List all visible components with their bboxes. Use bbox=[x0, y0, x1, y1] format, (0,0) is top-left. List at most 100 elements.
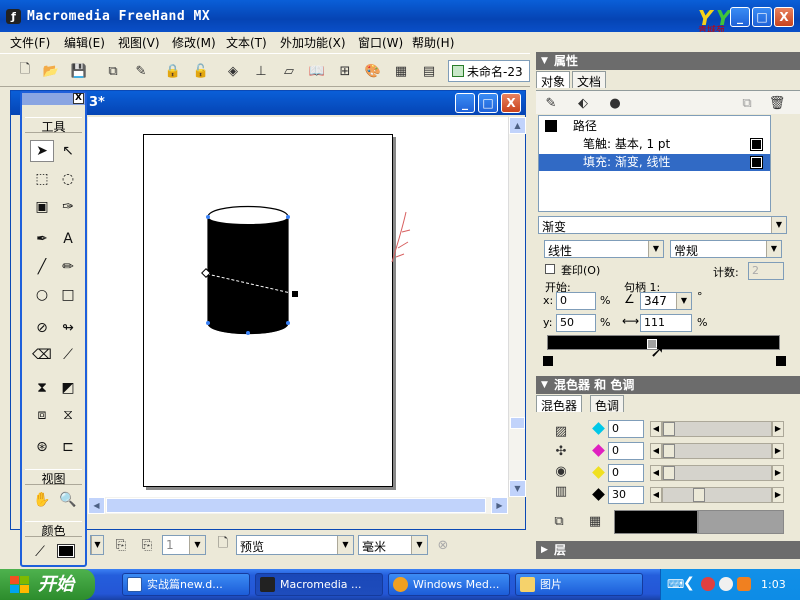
cyan-increment[interactable]: ▶ bbox=[772, 421, 784, 437]
menu-text[interactable]: 文本(T) bbox=[226, 34, 267, 51]
document-page[interactable] bbox=[143, 134, 393, 487]
artwork[interactable] bbox=[144, 135, 394, 488]
task-media-player[interactable]: Windows Med... bbox=[388, 573, 510, 596]
object-attributes-list[interactable]: 路径 笔触: 基本, 1 pt 填充: 渐变, 线性 bbox=[538, 115, 771, 212]
duplicate-attr-icon[interactable]: ⧉ bbox=[738, 94, 756, 112]
magenta-increment[interactable]: ▶ bbox=[772, 443, 784, 459]
x-field[interactable]: 0 bbox=[556, 292, 596, 310]
page-tool-icon[interactable]: ⬚ bbox=[30, 168, 54, 190]
vertical-scrollbar[interactable]: ▲ ▼ bbox=[508, 117, 526, 497]
gradient-end-stop[interactable] bbox=[776, 356, 786, 366]
scroll-right-arrow[interactable]: ▶ bbox=[491, 497, 508, 514]
layers-icon[interactable]: ▤ bbox=[420, 62, 438, 80]
units-select[interactable]: 毫米 ▼ bbox=[358, 535, 428, 555]
scroll-thumb-vertical[interactable] bbox=[510, 417, 525, 429]
task-word-doc[interactable]: 实战篇new.d... bbox=[122, 573, 250, 596]
black-decrement[interactable]: ◀ bbox=[650, 487, 662, 503]
pen-tool-icon[interactable]: ✒ bbox=[30, 228, 54, 250]
shadow-tool-icon[interactable]: ◩ bbox=[56, 377, 80, 399]
menu-view[interactable]: 视图(V) bbox=[118, 34, 160, 51]
rgb-mode-icon[interactable]: ✣ bbox=[552, 442, 570, 460]
pencil-tool-icon[interactable]: ✏ bbox=[56, 256, 80, 278]
new-document-icon[interactable]: 🗋 bbox=[16, 62, 34, 80]
pointer-tool-icon[interactable]: ➤ bbox=[30, 140, 54, 162]
tab-tints[interactable]: 色调 bbox=[590, 395, 625, 413]
cmyk-mode-icon[interactable]: ▨ bbox=[552, 422, 570, 440]
open-folder-icon[interactable]: 📂 bbox=[42, 62, 60, 80]
collapse-triangle-icon[interactable]: ▼ bbox=[541, 376, 548, 394]
yellow-knob[interactable] bbox=[663, 466, 675, 480]
connector-tool-icon[interactable]: ⊛ bbox=[30, 436, 54, 458]
add-fill-icon[interactable]: ⬖ bbox=[574, 94, 592, 112]
swatches-icon[interactable]: ▦ bbox=[392, 62, 410, 80]
doc-close-button[interactable]: X bbox=[501, 93, 521, 113]
save-icon[interactable]: 💾 bbox=[70, 62, 88, 80]
y-field[interactable]: 50 bbox=[556, 314, 596, 332]
stroke-color-icon[interactable]: ⟋ bbox=[28, 541, 52, 563]
expand-triangle-icon[interactable]: ▶ bbox=[541, 541, 548, 559]
text-tool-icon[interactable]: A bbox=[56, 228, 80, 250]
brush-tool-icon[interactable]: ⟋ bbox=[56, 344, 80, 366]
mixer-panel-header[interactable]: ▼ 混色器 和 色调 bbox=[536, 376, 800, 394]
black-knob[interactable] bbox=[693, 488, 705, 502]
tray-arrow-icon[interactable]: ❮ bbox=[683, 575, 695, 591]
color-preview-current[interactable] bbox=[614, 510, 698, 534]
subselect-tool-icon[interactable]: ↖ bbox=[56, 140, 80, 162]
freeform-tool-icon[interactable]: ↬ bbox=[56, 317, 80, 339]
page-add-icon[interactable]: 🗋 bbox=[214, 536, 232, 554]
scroll-down-arrow[interactable]: ▼ bbox=[509, 480, 526, 497]
magenta-decrement[interactable]: ◀ bbox=[650, 443, 662, 459]
fill-color-swatch[interactable] bbox=[57, 544, 75, 558]
doc-minimize-button[interactable]: _ bbox=[455, 93, 475, 113]
system-picker-icon[interactable]: ▥ bbox=[552, 482, 570, 500]
task-pictures-folder[interactable]: 图片 bbox=[515, 573, 643, 596]
list-item-fill[interactable]: 填充: 渐变, 线性 bbox=[539, 154, 770, 171]
cyan-slider[interactable] bbox=[662, 421, 772, 437]
yellow-slider[interactable] bbox=[662, 465, 772, 481]
library-icon[interactable]: 📖 bbox=[308, 62, 326, 80]
angle-field[interactable]: 347 ▼ bbox=[640, 292, 692, 310]
scroll-left-arrow[interactable]: ◀ bbox=[88, 497, 105, 514]
close-button[interactable]: X bbox=[774, 7, 794, 27]
menu-window[interactable]: 窗口(W) bbox=[358, 34, 403, 51]
tab-object[interactable]: 对象 bbox=[536, 71, 571, 89]
trace-tool-icon[interactable]: ▣ bbox=[30, 196, 54, 218]
mirror-tool-icon[interactable]: ⧖ bbox=[56, 404, 80, 426]
menu-edit[interactable]: 编辑(E) bbox=[64, 34, 105, 51]
export-icon[interactable]: ✎ bbox=[132, 62, 150, 80]
yellow-increment[interactable]: ▶ bbox=[772, 465, 784, 481]
list-item-path[interactable]: 路径 bbox=[539, 118, 770, 135]
gradient-start-stop[interactable] bbox=[543, 356, 553, 366]
symbol-icon[interactable]: ⊞ bbox=[336, 62, 354, 80]
layers-panel-header[interactable]: ▶ 层 bbox=[536, 541, 800, 559]
properties-panel-header[interactable]: ▼ 属性 bbox=[536, 52, 800, 70]
grid-swatch-icon[interactable]: ▦ bbox=[586, 512, 604, 530]
hls-mode-icon[interactable]: ◉ bbox=[552, 462, 570, 480]
magenta-slider[interactable] bbox=[662, 443, 772, 459]
canvas-area[interactable] bbox=[88, 117, 508, 497]
count-field[interactable]: 2 bbox=[748, 262, 784, 280]
tools-close-button[interactable]: X bbox=[73, 93, 84, 104]
gradient-type-select[interactable]: 线性 ▼ bbox=[544, 240, 664, 258]
unlock-icon[interactable]: 🔓 bbox=[192, 62, 210, 80]
zoom-tool-icon[interactable]: 🔍 bbox=[56, 489, 80, 511]
length-field[interactable]: 111 bbox=[640, 314, 692, 332]
knife-tool-icon[interactable]: ⊘ bbox=[30, 317, 54, 339]
lasso-tool-icon[interactable]: ◌ bbox=[56, 168, 80, 190]
add-effect-icon[interactable]: ● bbox=[606, 94, 624, 112]
chart-tool-icon[interactable]: ⊏ bbox=[56, 436, 80, 458]
eyedropper-tool-icon[interactable]: ✑ bbox=[56, 196, 80, 218]
tab-document[interactable]: 文档 bbox=[572, 71, 607, 89]
black-increment[interactable]: ▶ bbox=[772, 487, 784, 503]
zoom-dropdown[interactable]: ▼ bbox=[90, 535, 104, 555]
task-freehand[interactable]: Macromedia ... bbox=[255, 573, 383, 596]
scroll-up-arrow[interactable]: ▲ bbox=[509, 117, 526, 134]
antivirus-icon[interactable] bbox=[701, 577, 715, 591]
cancel-render-icon[interactable]: ⊗ bbox=[434, 536, 452, 554]
overflow-select[interactable]: 常规 ▼ bbox=[670, 240, 782, 258]
color-preview-original[interactable] bbox=[698, 510, 784, 534]
cyan-field[interactable]: 0 bbox=[608, 420, 644, 438]
blend-tool-icon[interactable]: ⧗ bbox=[30, 377, 54, 399]
color-mixer-icon[interactable]: 🎨 bbox=[364, 62, 382, 80]
page-selector[interactable]: 1 ▼ bbox=[162, 535, 206, 555]
